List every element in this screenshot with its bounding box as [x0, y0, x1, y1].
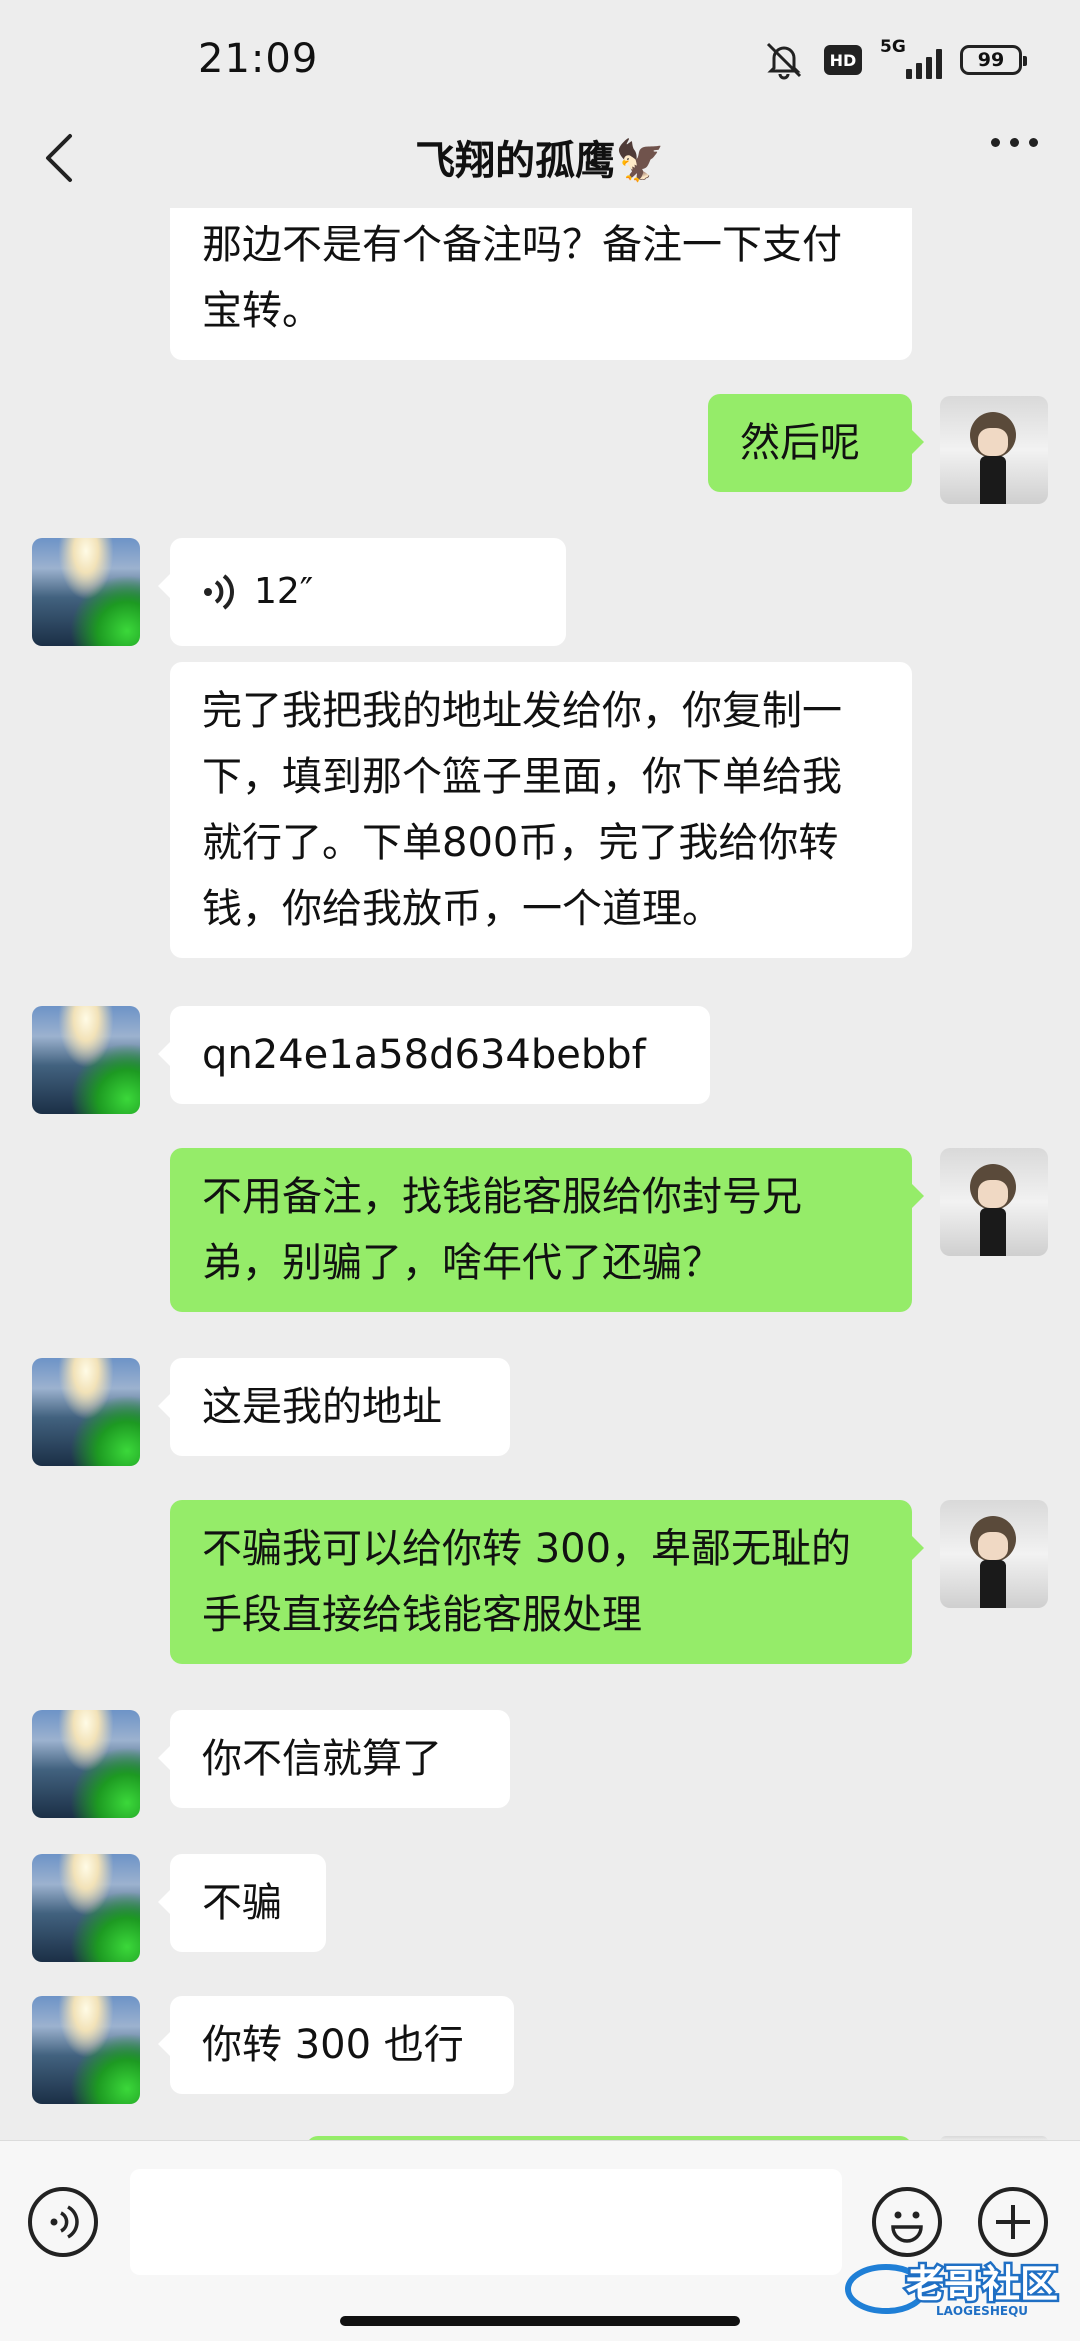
- message-text: qn24e1a58d634bebbf: [202, 1032, 646, 1078]
- message-bubble-outgoing[interactable]: 不骗我可以给你转 300，卑鄙无耻的手段直接给钱能客服处理: [170, 1500, 924, 1664]
- contact-avatar[interactable]: [32, 1854, 140, 1962]
- emoji-button[interactable]: [872, 2187, 942, 2257]
- message-bubble-incoming[interactable]: qn24e1a58d634bebbf: [158, 1006, 710, 1104]
- self-avatar[interactable]: [940, 1148, 1048, 1256]
- message-text: 你不信就算了: [202, 1736, 442, 1782]
- message-bubble-incoming[interactable]: 不骗: [158, 1854, 326, 1952]
- message-list[interactable]: 那边不是有个备注吗？备注一下支付宝转。 然后呢 12″ 完了我把我的地址发给你，…: [0, 208, 1080, 2140]
- message-bubble-outgoing[interactable]: 然后呢: [708, 394, 924, 492]
- self-avatar[interactable]: [940, 1500, 1048, 1608]
- message-bubble-incoming[interactable]: 这是我的地址: [158, 1358, 510, 1456]
- site-watermark: 老哥社区 LAOGESHEQU: [844, 2251, 1072, 2319]
- mute-bell-icon: [766, 42, 802, 80]
- message-text: 那边不是有个备注吗？备注一下支付宝转。: [202, 222, 842, 334]
- more-icon[interactable]: [991, 138, 1038, 147]
- message-text: 不用备注，找钱能客服给你封号兄弟，别骗了，啥年代了还骗？: [202, 1174, 802, 1286]
- chat-title: 飞翔的孤鹰🦅: [415, 138, 665, 184]
- contact-avatar[interactable]: [32, 538, 140, 646]
- message-bubble-incoming[interactable]: 你转 300 也行: [158, 1996, 514, 2094]
- message-text: 不骗我可以给你转 300，卑鄙无耻的手段直接给钱能客服处理: [202, 1526, 852, 1638]
- message-text: 这是我的地址: [202, 1384, 442, 1430]
- voice-mode-button[interactable]: [28, 2187, 98, 2257]
- status-time: 21:09: [198, 36, 319, 82]
- status-bar: 21:09 HD 5G 99: [0, 0, 1080, 120]
- signal-icon: 5G: [880, 37, 942, 79]
- battery-icon: 99: [960, 45, 1027, 75]
- contact-avatar[interactable]: [32, 1358, 140, 1466]
- watermark-subtext: LAOGESHEQU: [936, 2304, 1028, 2318]
- message-bubble-incoming[interactable]: 你不信就算了: [158, 1710, 510, 1808]
- network-label: 5G: [880, 37, 906, 57]
- contact-avatar[interactable]: [32, 1006, 140, 1114]
- message-text: 你转 300 也行: [202, 2022, 464, 2068]
- message-input[interactable]: [130, 2169, 842, 2275]
- plus-icon: [996, 2205, 1030, 2239]
- contact-avatar[interactable]: [32, 1710, 140, 1818]
- voice-wave-icon: [204, 574, 234, 610]
- message-bubble-outgoing[interactable]: 不用备注，找钱能客服给你封号兄弟，别骗了，啥年代了还骗？: [170, 1148, 924, 1312]
- plus-button[interactable]: [978, 2187, 1048, 2257]
- chat-header: 飞翔的孤鹰🦅: [0, 110, 1080, 208]
- watermark-text: 老哥社区: [906, 2262, 1058, 2306]
- contact-avatar[interactable]: [32, 1996, 140, 2104]
- message-text: 然后呢: [740, 420, 860, 466]
- message-text: 不骗: [202, 1880, 282, 1926]
- self-avatar[interactable]: [940, 396, 1048, 504]
- voice-message-bubble[interactable]: 12″: [158, 538, 566, 646]
- status-icons: HD 5G 99: [762, 37, 1027, 80]
- hd-badge: HD: [824, 45, 862, 75]
- emoji-icon: [891, 2211, 923, 2243]
- message-bubble-incoming[interactable]: 那边不是有个备注吗？备注一下支付宝转。: [170, 208, 912, 360]
- voice-duration: 12″: [254, 571, 314, 612]
- home-indicator[interactable]: [340, 2316, 740, 2326]
- voice-mode-icon: [50, 2205, 79, 2239]
- message-text: 完了我把我的地址发给你，你复制一下，填到那个篮子里面，你下单给我就行了。下单80…: [202, 688, 842, 932]
- input-bar: 老哥社区 LAOGESHEQU: [0, 2140, 1080, 2341]
- message-bubble-incoming[interactable]: 完了我把我的地址发给你，你复制一下，填到那个篮子里面，你下单给我就行了。下单80…: [170, 662, 912, 958]
